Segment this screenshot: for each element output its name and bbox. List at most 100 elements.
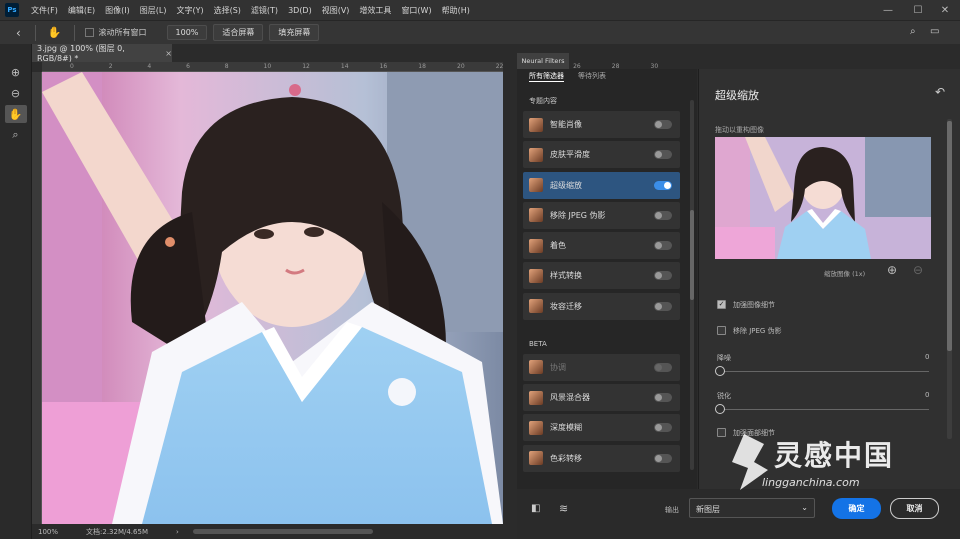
filter-row[interactable]: 深度模糊: [523, 414, 680, 442]
zoom-out-icon[interactable]: ⊖: [913, 263, 923, 277]
filter-row[interactable]: 着色: [523, 232, 680, 260]
compare-icon[interactable]: ◧: [531, 503, 540, 514]
zoom-in-tool-icon[interactable]: ⊕: [5, 63, 27, 81]
filter-toggle[interactable]: [654, 210, 672, 220]
status-arrow-icon[interactable]: ›: [176, 528, 179, 536]
minimize-button[interactable]: —: [873, 0, 903, 20]
maximize-button[interactable]: ☐: [903, 0, 933, 20]
filter-row[interactable]: 协调: [523, 353, 680, 381]
ruler-tick-label: 4: [147, 63, 152, 70]
scroll-all-checkbox[interactable]: [84, 28, 94, 37]
workspace-icon[interactable]: ▭: [930, 26, 939, 37]
zoom-in-icon[interactable]: ⊕: [887, 263, 897, 277]
filter-toggle[interactable]: [654, 393, 672, 403]
ruler-tick-label: 20: [457, 63, 465, 70]
sharpen-slider-handle[interactable]: [715, 404, 725, 414]
ruler-tick-label: 12: [302, 63, 310, 70]
sharpen-label: 锐化: [717, 392, 731, 400]
filter-toggle[interactable]: [654, 301, 672, 311]
menu-file[interactable]: 文件(F): [26, 5, 63, 16]
menu-filter[interactable]: 滤镜(T): [246, 5, 283, 16]
enhance-detail-checkbox[interactable]: ✓: [717, 300, 726, 309]
remove-jpeg-checkbox[interactable]: [717, 326, 726, 335]
filter-label: 着色: [550, 241, 566, 251]
menu-type[interactable]: 文字(Y): [171, 5, 208, 16]
status-doc-info: 文档:2.32M/4.65M: [86, 527, 148, 536]
filter-toggle[interactable]: [654, 423, 672, 433]
settings-scrollbar[interactable]: [947, 119, 952, 439]
zoom-tool-icon[interactable]: ⌕: [5, 126, 27, 144]
filters-list-panel: 所有筛选器 等待列表 专题内容 智能肖像 皮肤平滑度 超级缩放 移除 JPEG 伪影着…: [517, 69, 697, 539]
filter-toggle[interactable]: [654, 453, 672, 463]
filter-row[interactable]: 移除 JPEG 伪影: [523, 201, 680, 229]
search-icon[interactable]: ⌕: [910, 26, 916, 37]
filter-label: 皮肤平滑度: [550, 150, 590, 160]
tab-all-filters[interactable]: 所有筛选器: [529, 71, 564, 82]
filter-row[interactable]: 智能肖像: [523, 111, 680, 138]
ruler-tick-label: 0: [70, 63, 74, 70]
canvas-image[interactable]: [42, 72, 503, 524]
sharpen-slider-track[interactable]: [719, 409, 929, 410]
ruler-tick-label: 14: [340, 63, 349, 70]
ruler-tick-label: 2: [108, 63, 113, 70]
drag-hint: 拖动以重构图像: [715, 126, 764, 134]
noise-label: 降噪: [717, 354, 731, 362]
menu-select[interactable]: 选择(S): [209, 5, 246, 16]
chevron-down-icon: ⌄: [801, 503, 808, 512]
filter-row[interactable]: 皮肤平滑度: [523, 141, 680, 169]
sharpen-value: 0: [925, 391, 930, 399]
horizontal-scrollbar[interactable]: [192, 529, 373, 534]
remove-jpeg-label: 移除 JPEG 伪影: [733, 327, 782, 335]
noise-slider-track[interactable]: [719, 371, 929, 372]
preview-image[interactable]: [715, 137, 931, 259]
menu-layer[interactable]: 图层(L): [135, 5, 172, 16]
hand-tool-icon[interactable]: ✋: [4, 105, 27, 123]
document-tab[interactable]: 3.jpg @ 100% (图层 0, RGB/8#) * ×: [32, 44, 172, 63]
filter-row[interactable]: 样式转换: [523, 262, 680, 290]
tab-wait-list[interactable]: 等待列表: [578, 71, 606, 81]
filter-toggle[interactable]: [654, 362, 672, 372]
filters-scrollbar[interactable]: [690, 100, 694, 470]
ruler-tick-label: 18: [418, 63, 426, 70]
filter-row[interactable]: 超级缩放: [523, 171, 680, 199]
filter-toggle[interactable]: [654, 241, 672, 251]
menu-help[interactable]: 帮助(H): [437, 5, 475, 16]
fill-screen-button[interactable]: 填充屏幕: [269, 24, 320, 41]
close-tab-icon[interactable]: ×: [165, 49, 172, 58]
preview-illustration: [715, 137, 931, 259]
zoom-percent-button[interactable]: 100%: [166, 25, 208, 40]
status-zoom[interactable]: 100%: [38, 528, 58, 536]
zoom-out-tool-icon[interactable]: ⊖: [5, 84, 27, 102]
menu-bar: Ps 文件(F) 编辑(E) 图像(I) 图层(L) 文字(Y) 选择(S) 滤…: [0, 0, 960, 20]
filter-row[interactable]: 风景混合器: [523, 384, 680, 412]
scroll-all-label: 滚动所有窗口: [98, 28, 147, 37]
reset-icon[interactable]: ↶: [935, 85, 945, 99]
noise-value: 0: [925, 353, 930, 361]
watermark-title: 灵感中国: [774, 439, 895, 472]
close-window-button[interactable]: ✕: [930, 0, 960, 20]
ruler-tick-label: 10: [263, 63, 272, 70]
filter-row[interactable]: 色彩转移: [523, 444, 680, 472]
filter-toggle[interactable]: [654, 180, 672, 190]
noise-slider-handle[interactable]: [715, 366, 725, 376]
filter-thumbnail-icon: [529, 147, 543, 162]
back-arrow-icon[interactable]: ‹: [16, 26, 21, 40]
neural-filters-tab[interactable]: Neural Filters: [517, 53, 569, 69]
filter-toggle[interactable]: [654, 120, 672, 129]
filter-toggle[interactable]: [654, 150, 672, 160]
filter-thumbnail-icon: [529, 451, 543, 466]
filter-label: 样式转换: [550, 271, 582, 281]
menu-window[interactable]: 窗口(W): [396, 5, 436, 16]
hand-icon[interactable]: ✋: [48, 26, 62, 39]
layers-icon[interactable]: ≋: [559, 502, 568, 515]
document-tab-title: 3.jpg @ 100% (图层 0, RGB/8#) *: [37, 44, 125, 63]
menu-view[interactable]: 视图(V): [317, 5, 355, 16]
filter-row[interactable]: 妆容迁移: [523, 292, 680, 320]
menu-edit[interactable]: 编辑(E): [63, 5, 100, 16]
menu-image[interactable]: 图像(I): [100, 5, 135, 16]
fit-screen-button[interactable]: 适合屏幕: [213, 24, 264, 41]
menu-3d[interactable]: 3D(D): [283, 6, 317, 15]
ruler-tick-label: 16: [379, 63, 388, 70]
filter-toggle[interactable]: [654, 271, 672, 281]
menu-plugins[interactable]: 增效工具: [354, 5, 396, 16]
